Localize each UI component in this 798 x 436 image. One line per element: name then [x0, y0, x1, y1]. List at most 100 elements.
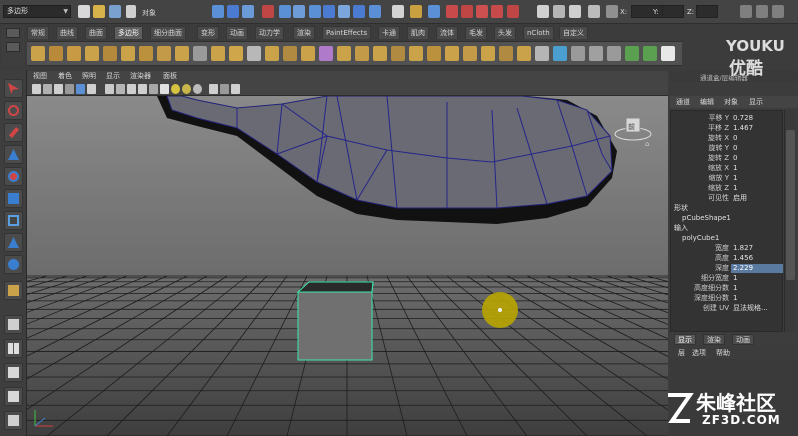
snap-curve-icon[interactable] [446, 5, 458, 18]
layer-menu-layers[interactable]: 层 [678, 348, 685, 358]
layout-single-button[interactable] [4, 315, 23, 334]
paint-select-button[interactable] [4, 123, 23, 142]
sew-uv-icon[interactable] [643, 46, 657, 61]
last-tool-button[interactable] [4, 281, 23, 300]
input-node-name[interactable]: polyCube1 [682, 234, 719, 243]
ambient-occlusion-icon[interactable] [193, 84, 202, 94]
attr-row[interactable]: 缩放 Y1 [671, 174, 783, 183]
poly-platonic-icon[interactable] [229, 46, 243, 61]
panel-menu-show[interactable]: 显示 [106, 71, 120, 82]
scrollbar-thumb[interactable] [786, 130, 795, 280]
select-tool-button[interactable] [4, 79, 23, 98]
wireframe-on-shaded-icon[interactable] [127, 84, 136, 94]
shelf-tab-general[interactable]: 常规 [27, 26, 49, 39]
mask-toggle-icon[interactable] [262, 5, 274, 18]
save-scene-icon[interactable] [109, 5, 121, 18]
attr-row[interactable]: 平移 Z 1.467 [671, 124, 783, 133]
shelf-tab-animation[interactable]: 动画 [226, 26, 248, 39]
hierarchy-mode-icon[interactable] [212, 5, 224, 18]
xray-icon[interactable] [138, 84, 147, 94]
xray-joints-icon[interactable] [220, 84, 229, 94]
wireframe-icon[interactable] [105, 84, 114, 94]
input-attr-row[interactable]: 细分宽度 1 [671, 274, 783, 283]
poly-cube-icon[interactable] [49, 46, 63, 61]
highlight-selection-icon[interactable] [410, 5, 422, 18]
input-attr-row[interactable]: 创建 UV 显法规格... [671, 304, 783, 313]
channel-menu-edit[interactable]: 编辑 [700, 97, 714, 107]
shelf-tab-custom[interactable]: 自定义 [559, 26, 588, 39]
pick-joint-icon[interactable] [293, 5, 305, 18]
ipr-render-icon[interactable] [569, 5, 581, 18]
textured-icon[interactable] [160, 84, 169, 94]
use-lights-icon[interactable] [171, 84, 180, 94]
poly-soccer-ball-icon[interactable] [211, 46, 225, 61]
lasso-tool-button[interactable] [4, 101, 23, 120]
shelf-tab-fur[interactable]: 毛发 [465, 26, 487, 39]
fill-hole-icon[interactable] [355, 46, 369, 61]
pick-render-icon[interactable] [369, 5, 381, 18]
panel-menu-lighting[interactable]: 照明 [82, 71, 96, 82]
panel-menu-shading[interactable]: 着色 [58, 71, 72, 82]
shadows-icon[interactable] [182, 84, 191, 94]
layer-tab-render[interactable]: 渲染 [703, 334, 725, 345]
panel-menu-panels[interactable]: 面板 [163, 71, 177, 82]
cylindrical-map-icon[interactable] [589, 46, 603, 61]
move-tool-button[interactable] [4, 145, 23, 164]
extrude-icon[interactable] [409, 46, 423, 61]
attr-row[interactable]: 缩放 Z1 [671, 184, 783, 193]
input-attr-row[interactable]: 高度细分数 1 [671, 284, 783, 293]
shelf-tab-polygons[interactable]: 多边形 [114, 26, 143, 39]
attr-row[interactable]: 旋转 Y0 [671, 144, 783, 153]
lock-selection-icon[interactable] [392, 5, 404, 18]
channel-box-scrollbar[interactable] [784, 110, 796, 332]
input-mode-icon[interactable] [606, 5, 618, 18]
channel-menu-object[interactable]: 对象 [724, 97, 738, 107]
shelf-tabs-button[interactable] [6, 42, 20, 52]
merge-icon[interactable] [535, 46, 549, 61]
attr-row[interactable]: 平移 Y 0.728 [671, 114, 783, 123]
shelf-tab-deformation[interactable]: 变形 [197, 26, 219, 39]
shelf-menu-button[interactable] [6, 28, 20, 38]
coord-z-field[interactable] [696, 5, 718, 18]
spherical-map-icon[interactable] [607, 46, 621, 61]
panel-menu-renderer[interactable]: 渲染器 [130, 71, 151, 82]
shelf-tab-painteffects[interactable]: PaintEffects [322, 26, 372, 39]
quadrangulate-icon[interactable] [391, 46, 405, 61]
show-manip-button[interactable] [4, 255, 23, 274]
pick-curve-icon[interactable] [309, 5, 321, 18]
shelf-tab-muscle[interactable]: 肌肉 [407, 26, 429, 39]
poly-cone-icon[interactable] [85, 46, 99, 61]
coord-y-field[interactable] [662, 5, 684, 18]
component-mode-icon[interactable] [242, 5, 254, 18]
layout-four-button[interactable] [4, 339, 23, 358]
checker-icon[interactable] [661, 46, 675, 61]
attr-row[interactable]: 旋转 Z0 [671, 154, 783, 163]
poly-helix-icon[interactable] [193, 46, 207, 61]
layer-tab-display[interactable]: 显示 [674, 334, 696, 345]
construction-history-icon[interactable] [537, 5, 549, 18]
poly-pipe-icon[interactable] [175, 46, 189, 61]
render-settings-icon[interactable] [588, 5, 600, 18]
image-plane-icon[interactable] [65, 84, 74, 94]
layer-menu-help[interactable]: 帮助 [716, 348, 730, 358]
separate-icon[interactable] [265, 46, 279, 61]
object-mode-icon[interactable] [227, 5, 239, 18]
poly-prism-icon[interactable] [139, 46, 153, 61]
shelf-tab-ncloth[interactable]: nCloth [523, 26, 554, 39]
menu-set-dropdown[interactable]: 多边形 ▼ [3, 5, 71, 18]
attribute-editor-toggle-icon[interactable] [740, 5, 752, 18]
smooth-icon[interactable] [301, 46, 315, 61]
shelf-tab-hair[interactable]: 头发 [494, 26, 516, 39]
select-camera-icon[interactable] [32, 84, 41, 94]
shelf-tab-fluids[interactable]: 流体 [436, 26, 458, 39]
film-gate-icon[interactable] [87, 84, 96, 94]
default-material-icon[interactable] [149, 84, 158, 94]
layer-menu-options[interactable]: 选项 [692, 348, 706, 358]
universal-manip-button[interactable] [4, 211, 23, 230]
layout-persp-outliner-button[interactable] [4, 363, 23, 382]
snap-point-icon[interactable] [461, 5, 473, 18]
make-live-icon[interactable] [507, 5, 519, 18]
shelf-tab-curves[interactable]: 曲线 [56, 26, 78, 39]
boolean-icon[interactable] [319, 46, 333, 61]
soft-mod-button[interactable] [4, 233, 23, 252]
